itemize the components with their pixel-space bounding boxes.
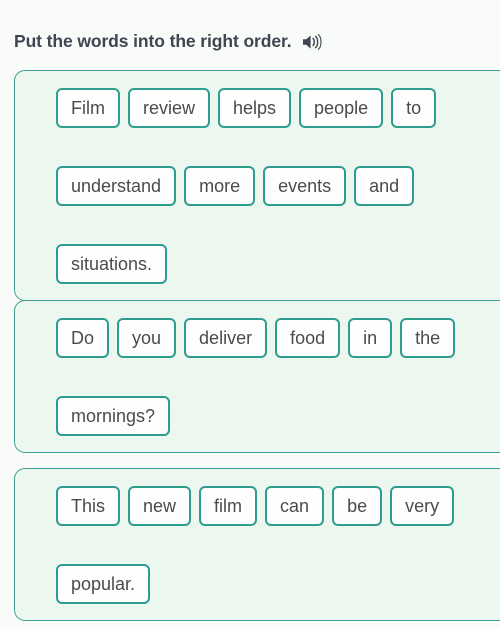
- exercise-card-3: This new film can be very popular.: [14, 468, 500, 621]
- word-chip[interactable]: helps: [218, 88, 292, 128]
- word-chip[interactable]: new: [128, 486, 192, 526]
- word-chip[interactable]: Film: [56, 88, 120, 128]
- word-chip[interactable]: you: [117, 318, 177, 358]
- word-chip[interactable]: popular.: [56, 564, 151, 604]
- word-chip[interactable]: the: [400, 318, 456, 358]
- exercise-card-2: Do you deliver food in the mornings?: [14, 300, 500, 453]
- page-title: Put the words into the right order.: [14, 30, 292, 51]
- word-chip[interactable]: food: [275, 318, 341, 358]
- word-chip[interactable]: very: [390, 486, 455, 526]
- word-chip[interactable]: understand: [56, 166, 177, 206]
- word-chip[interactable]: This: [56, 486, 121, 526]
- word-chip-list-3: This new film can be very popular.: [56, 486, 496, 604]
- word-chip[interactable]: to: [391, 88, 437, 128]
- word-chip[interactable]: people: [299, 88, 384, 128]
- word-chip-list-2: Do you deliver food in the mornings?: [56, 318, 496, 436]
- word-chip[interactable]: review: [128, 88, 211, 128]
- word-chip[interactable]: more: [184, 166, 256, 206]
- exercise-card-1: Film review helps people to understand m…: [14, 70, 500, 301]
- word-chip[interactable]: be: [332, 486, 383, 526]
- word-chip[interactable]: deliver: [184, 318, 268, 358]
- word-chip[interactable]: and: [354, 166, 415, 206]
- word-chip-list-1: Film review helps people to understand m…: [56, 88, 496, 284]
- word-chip[interactable]: can: [265, 486, 325, 526]
- word-chip[interactable]: in: [348, 318, 393, 358]
- instruction-header: Put the words into the right order.: [14, 28, 323, 54]
- word-chip[interactable]: mornings?: [56, 396, 171, 436]
- word-chip[interactable]: Do: [56, 318, 110, 358]
- speaker-icon[interactable]: [302, 31, 323, 51]
- word-chip[interactable]: events: [263, 166, 347, 206]
- word-chip[interactable]: film: [199, 486, 258, 526]
- word-chip[interactable]: situations.: [56, 244, 168, 284]
